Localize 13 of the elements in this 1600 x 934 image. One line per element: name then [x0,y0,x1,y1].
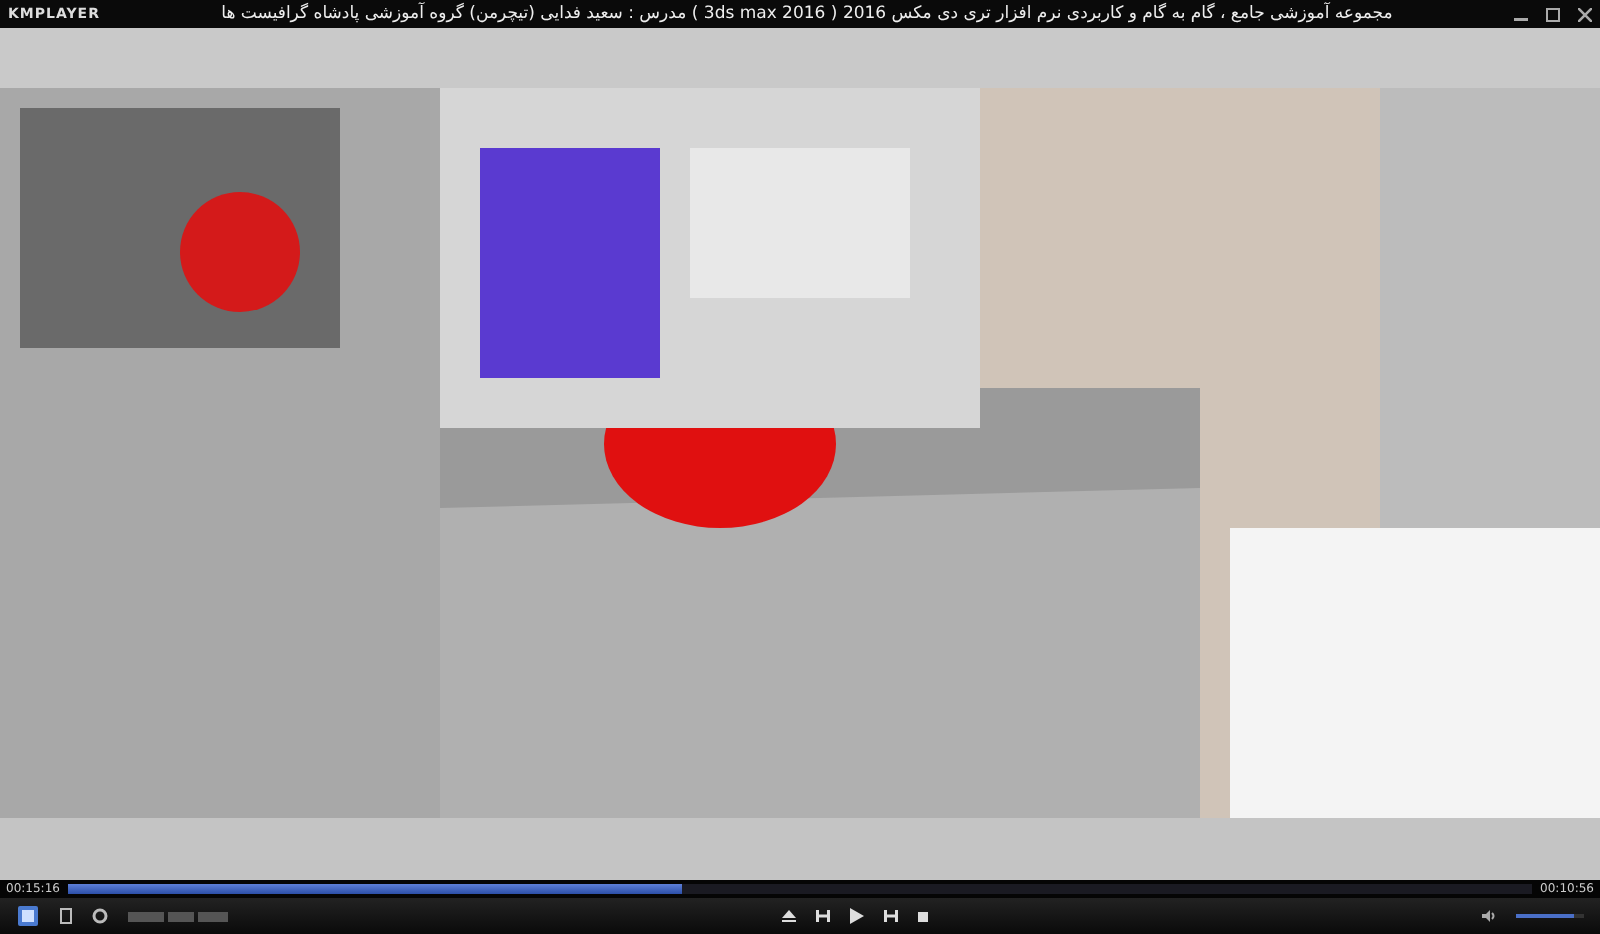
next-icon[interactable] [884,910,898,922]
previous-icon[interactable] [816,910,830,922]
close-icon[interactable] [1578,7,1592,21]
play-icon[interactable] [850,908,864,924]
window-title: مجموعه آموزشی جامع ، گام به گام و کاربردی نرم افزار تری دی مکس 2016 ( 3ds max 2016 ) مدرس : سعید فدایی (تیچرمن) گروه آموزشی پادشاه گرافیست ها [219,4,1395,24]
maximize-icon[interactable] [1546,7,1560,21]
stop-icon[interactable] [918,911,928,921]
cube-icon[interactable] [16,904,40,928]
settings-icon[interactable] [92,908,108,924]
speaker-icon[interactable] [1482,910,1496,922]
playlist-icon[interactable] [60,908,72,924]
seek-bar[interactable] [67,884,1533,894]
eject-icon[interactable] [782,910,796,922]
